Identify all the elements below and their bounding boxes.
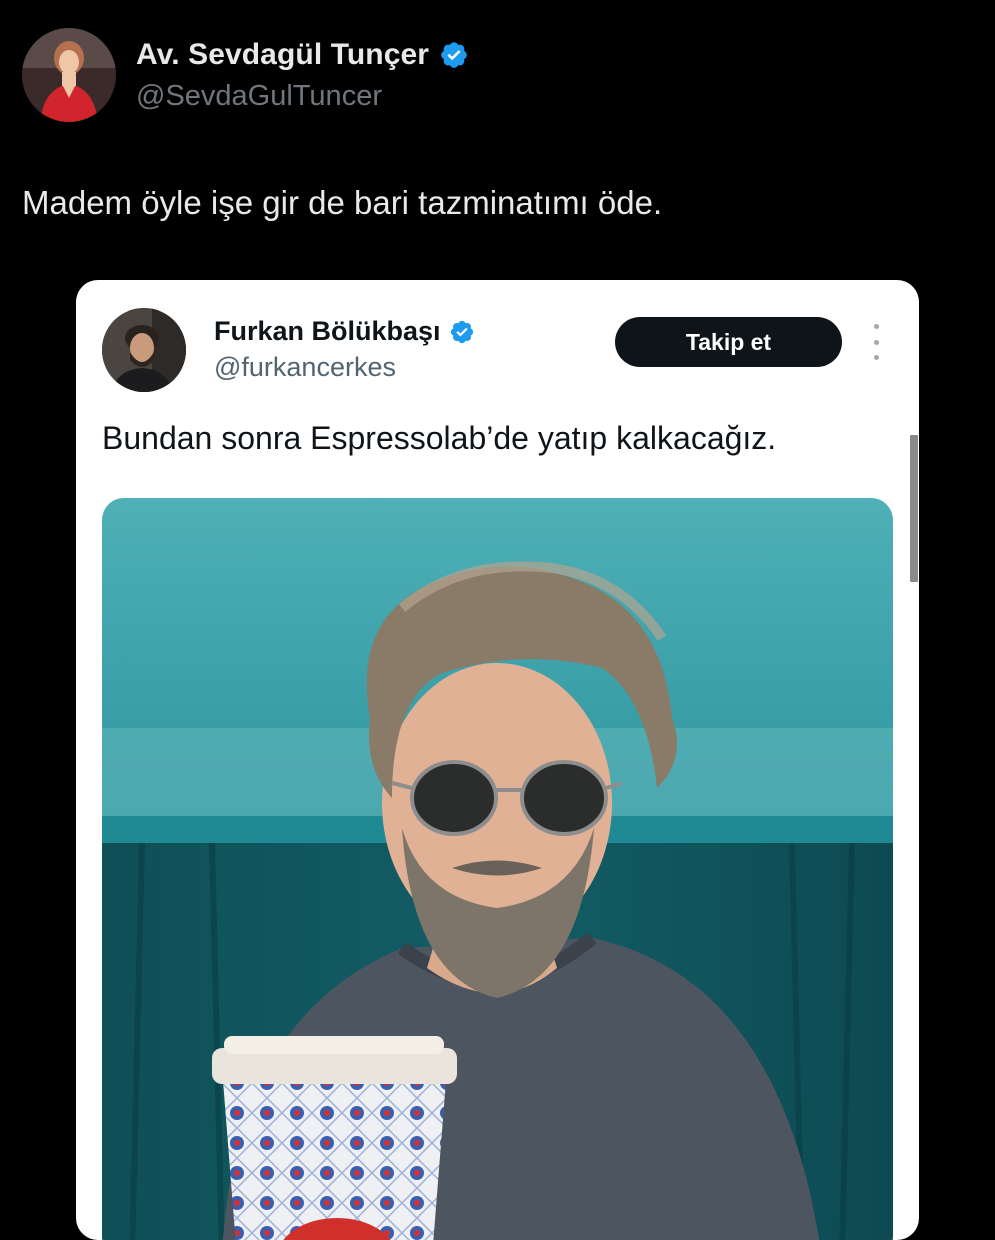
author-handle[interactable]: @SevdaGulTuncer	[136, 80, 382, 113]
verified-badge-icon	[441, 42, 467, 68]
author-name[interactable]: Av. Sevdagül Tunçer	[136, 38, 429, 72]
author-name-row: Av. Sevdagül Tunçer	[136, 38, 469, 72]
quoted-tweet-text: Bundan sonra Espressolab’de yatıp kalkac…	[102, 420, 777, 456]
follow-button[interactable]: Takip et	[615, 317, 842, 367]
more-vertical-icon[interactable]	[866, 324, 886, 360]
quoted-author-name-row: Furkan Bölükbaşı	[214, 316, 475, 347]
tweet-text: Madem öyle işe gir de bari tazminatımı ö…	[22, 184, 663, 221]
quoted-author-handle[interactable]: @furkancerkes	[214, 352, 396, 383]
attached-screenshot-card[interactable]: Furkan Bölükbaşı @furkancerkes Takip et …	[76, 280, 919, 1240]
quoted-author-avatar[interactable]	[102, 308, 186, 392]
photo-man-with-coffee-cup	[102, 498, 893, 1240]
tweet-media-photo[interactable]	[102, 498, 893, 1240]
verified-badge-icon	[450, 320, 473, 343]
author-avatar[interactable]	[22, 28, 116, 122]
scrollbar-thumb[interactable]	[910, 435, 918, 582]
quoted-author-name[interactable]: Furkan Bölükbaşı	[214, 316, 441, 347]
avatar-photo	[22, 28, 116, 122]
avatar-photo	[102, 308, 186, 392]
